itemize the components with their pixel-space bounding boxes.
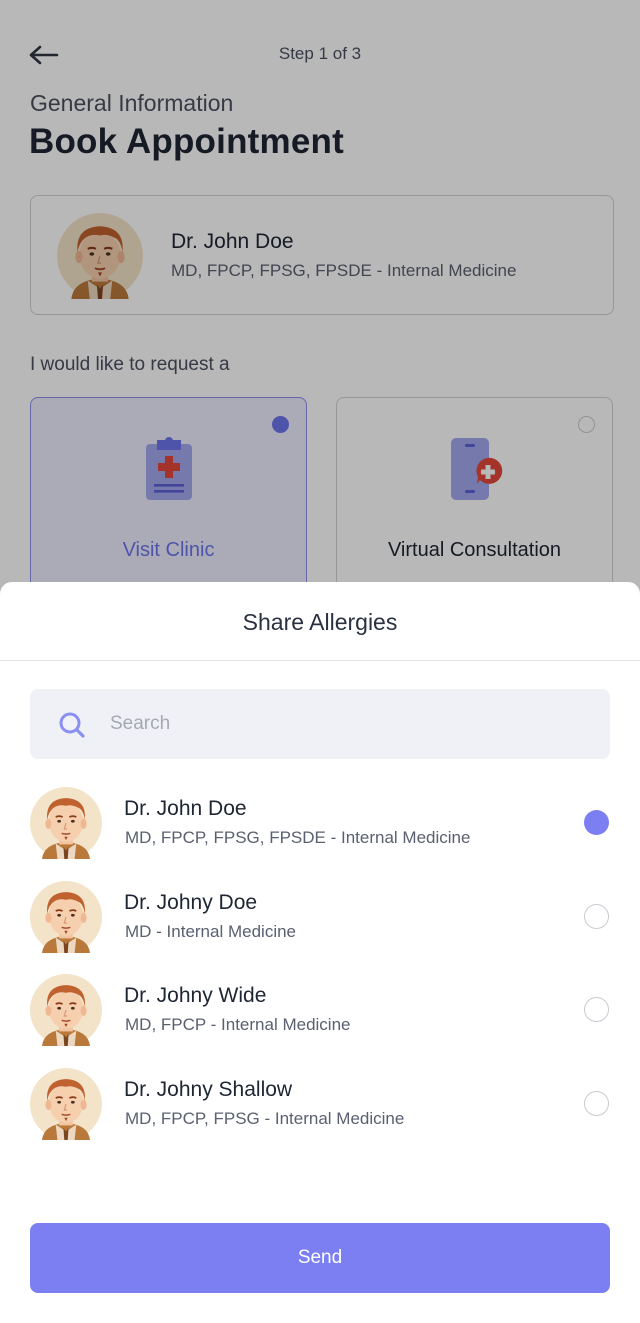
doctor-select-radio[interactable] bbox=[584, 997, 609, 1022]
sheet-title: Share Allergies bbox=[242, 609, 398, 635]
doctor-select-radio[interactable] bbox=[584, 1090, 609, 1116]
doctor-select-radio[interactable] bbox=[584, 810, 609, 835]
doctor-list-item[interactable]: Dr. Johny Shallow MD, FPCP, FPSG - Inter… bbox=[0, 1066, 640, 1160]
doctor-name: Dr. Johny Wide bbox=[124, 984, 267, 1007]
doctor-list-item[interactable]: Dr. Johny Wide MD, FPCP - Internal Medic… bbox=[0, 972, 640, 1066]
doctor-name: Dr. Johny Doe bbox=[124, 890, 258, 914]
doctor-select-radio[interactable] bbox=[584, 903, 609, 929]
doctor-list: Dr. John Doe MD, FPCP, FPSG, FPSDE - Int… bbox=[0, 785, 640, 1159]
doctor-list-item[interactable]: Dr. John Doe MD, FPCP, FPSG, FPSDE - Int… bbox=[0, 785, 640, 879]
doctor-credentials: MD - Internal Medicine bbox=[125, 921, 297, 941]
search-icon bbox=[59, 712, 85, 738]
search-input[interactable] bbox=[110, 689, 590, 759]
search-bar[interactable] bbox=[30, 689, 610, 759]
doctor-name: Dr. Johny Shallow bbox=[124, 1077, 293, 1101]
doctor-avatar bbox=[30, 974, 102, 1046]
doctor-avatar bbox=[30, 881, 102, 953]
doctor-credentials: MD, FPCP, FPSG, FPSDE - Internal Medicin… bbox=[125, 828, 471, 847]
send-button[interactable]: Send bbox=[30, 1223, 610, 1293]
doctor-credentials: MD, FPCP - Internal Medicine bbox=[125, 1015, 351, 1034]
share-allergies-sheet: Share Allergies Dr. John Doe MD, FPCP, F… bbox=[0, 582, 640, 1323]
doctor-name: Dr. John Doe bbox=[124, 797, 247, 820]
doctor-list-item[interactable]: Dr. Johny Doe MD - Internal Medicine bbox=[0, 879, 640, 973]
doctor-avatar bbox=[30, 1068, 102, 1140]
doctor-credentials: MD, FPCP, FPSG - Internal Medicine bbox=[125, 1108, 405, 1128]
sheet-divider bbox=[0, 660, 640, 661]
doctor-avatar bbox=[30, 787, 102, 859]
